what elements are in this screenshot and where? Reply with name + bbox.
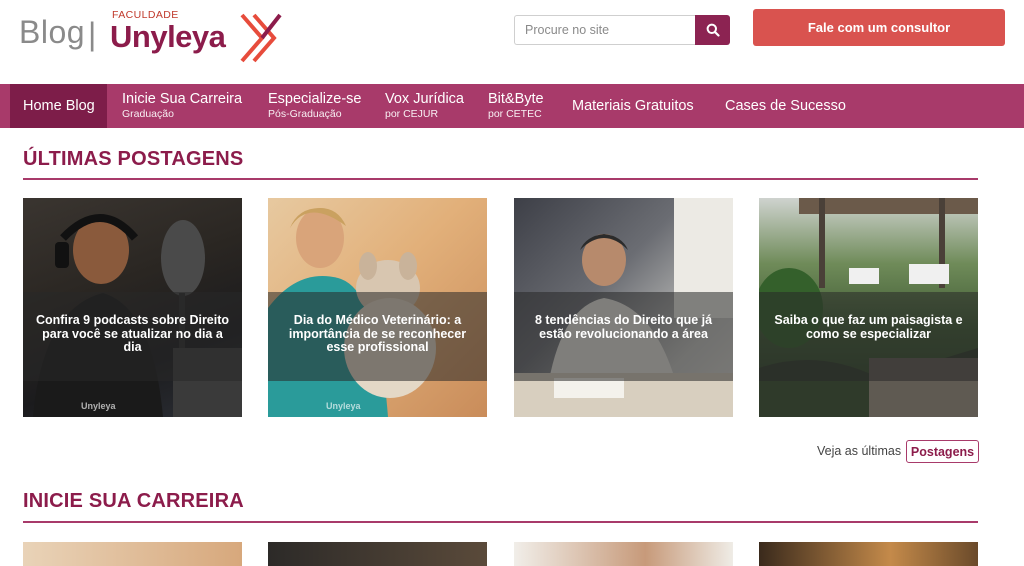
post-watermark: Unyleya xyxy=(81,401,116,411)
career-post-thumbnail[interactable] xyxy=(23,542,242,566)
nav-item-sublabel: por CEJUR xyxy=(385,108,439,120)
search-input[interactable] xyxy=(514,15,696,45)
brand-chevron-icon xyxy=(240,13,282,63)
nav-item-label: Especialize-se xyxy=(268,91,362,107)
logo-separator: | xyxy=(88,16,97,52)
nav-item-home-blog[interactable]: Home Blog xyxy=(10,84,107,128)
post-title[interactable]: 8 tendências do Direito que já estão rev… xyxy=(524,313,723,341)
nav-item-cases-de-sucesso[interactable]: Cases de Sucesso xyxy=(710,84,856,128)
post-card[interactable]: Saiba o que faz um paisagista e como se … xyxy=(759,198,978,417)
nav-item-label: Inicie Sua Carreira xyxy=(122,91,243,107)
career-post-thumbnail[interactable] xyxy=(514,542,733,566)
latest-posts-heading: ÚLTIMAS POSTAGENS xyxy=(23,148,244,170)
nav-item-especialize-se[interactable]: Especialize-se Pós-Graduação xyxy=(253,84,370,128)
post-title[interactable]: Confira 9 podcasts sobre Direito para vo… xyxy=(33,313,232,355)
post-title[interactable]: Dia do Médico Veterinário: a importância… xyxy=(278,313,477,355)
nav-item-label: Bit&Byte xyxy=(488,91,544,107)
section-divider xyxy=(23,178,978,180)
search-button[interactable] xyxy=(695,15,730,45)
blog-logo-text[interactable]: Blog xyxy=(19,14,85,51)
brand-logo-text[interactable]: Unyleya xyxy=(110,19,226,55)
search-icon xyxy=(706,23,720,37)
contact-consultant-button[interactable]: Fale com um consultor xyxy=(753,9,1005,46)
career-post-thumbnail[interactable] xyxy=(268,542,487,566)
nav-item-sublabel: por CETEC xyxy=(488,108,542,120)
post-card[interactable]: Confira 9 podcasts sobre Direito para vo… xyxy=(23,198,242,417)
nav-item-sublabel: Graduação xyxy=(122,108,174,120)
nav-item-bit-byte[interactable]: Bit&Byte por CETEC xyxy=(474,84,558,128)
nav-item-vox-juridica[interactable]: Vox Jurídica por CEJUR xyxy=(370,84,474,128)
section-divider xyxy=(23,521,978,523)
post-watermark: Unyleya xyxy=(326,401,361,411)
see-more-text: Veja as últimas xyxy=(817,444,902,458)
see-more-posts-button[interactable]: Postagens xyxy=(906,440,979,463)
post-card[interactable]: 8 tendências do Direito que já estão rev… xyxy=(514,198,733,417)
nav-item-inicie-sua-carreira[interactable]: Inicie Sua Carreira Graduação xyxy=(107,84,253,128)
career-post-thumbnail[interactable] xyxy=(759,542,978,566)
nav-item-label: Vox Jurídica xyxy=(385,91,464,107)
nav-item-sublabel: Pós-Graduação xyxy=(268,108,342,120)
nav-item-materiais-gratuitos[interactable]: Materiais Gratuitos xyxy=(558,84,710,128)
career-section-heading: INICIE SUA CARREIRA xyxy=(23,490,244,512)
nav-item-label: Home Blog xyxy=(23,98,95,114)
post-title[interactable]: Saiba o que faz um paisagista e como se … xyxy=(769,313,968,341)
main-nav: Home Blog Inicie Sua Carreira Graduação … xyxy=(0,84,1024,128)
nav-item-label: Cases de Sucesso xyxy=(725,98,846,114)
nav-item-label: Materiais Gratuitos xyxy=(572,98,694,114)
site-header: Blog | FACULDADE Unyleya Fale com um con… xyxy=(0,0,1024,84)
post-card[interactable]: Dia do Médico Veterinário: a importância… xyxy=(268,198,487,417)
